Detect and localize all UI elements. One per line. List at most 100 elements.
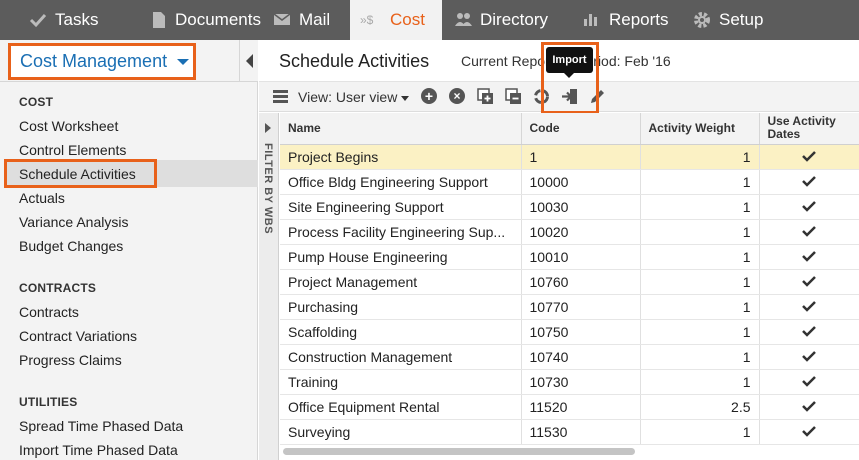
table-row[interactable]: Office Equipment Rental 11520 2.5 [280, 394, 859, 420]
table-row[interactable]: Site Engineering Support 10030 1 [280, 194, 859, 220]
nav-tab-documents[interactable]: Documents [120, 0, 261, 40]
cell-name[interactable]: Pump House Engineering [280, 244, 522, 270]
cell-activity-weight[interactable]: 1 [640, 419, 760, 445]
table-row[interactable]: Purchasing 10770 1 [280, 294, 859, 320]
nav-tab-tasks[interactable]: Tasks [0, 0, 120, 40]
cell-code[interactable]: 10010 [521, 244, 641, 270]
cell-name[interactable]: Construction Management [280, 344, 522, 370]
cell-name[interactable]: Surveying [280, 419, 522, 445]
sidebar-item-variance-analysis[interactable]: Variance Analysis [19, 214, 128, 230]
cell-name[interactable]: Project Begins [280, 144, 522, 170]
nav-tab-directory[interactable]: Directory [442, 0, 574, 40]
column-header-use-activity-dates[interactable]: Use Activity Dates [759, 113, 859, 145]
table-row[interactable]: Office Bldg Engineering Support 10000 1 [280, 169, 859, 195]
sidebar-item-schedule-activities[interactable]: Schedule Activities [4, 160, 258, 187]
cell-activity-weight[interactable]: 1 [640, 219, 760, 245]
module-selector[interactable]: Cost Management [8, 43, 196, 80]
cell-name[interactable]: Site Engineering Support [280, 194, 522, 220]
checkmark-icon [802, 274, 816, 290]
cell-activity-weight[interactable]: 1 [640, 294, 760, 320]
cell-use-activity-dates[interactable] [759, 344, 859, 370]
cell-name[interactable]: Training [280, 369, 522, 395]
sidebar-item-progress-claims[interactable]: Progress Claims [19, 352, 122, 368]
delete-icon[interactable]: × [449, 88, 466, 105]
cell-use-activity-dates[interactable] [759, 394, 859, 420]
table-row[interactable]: Construction Management 10740 1 [280, 344, 859, 370]
table-row[interactable]: Project Management 10760 1 [280, 269, 859, 295]
cell-use-activity-dates[interactable] [759, 369, 859, 395]
cell-activity-weight[interactable]: 1 [640, 169, 760, 195]
cell-name[interactable]: Scaffolding [280, 319, 522, 345]
cell-code[interactable]: 10730 [521, 369, 641, 395]
filter-by-wbs-panel[interactable]: FILTER BY WBS [259, 113, 279, 460]
horizontal-scrollbar[interactable] [283, 448, 635, 455]
sidebar-item-contracts[interactable]: Contracts [19, 304, 79, 320]
sidebar-item-actuals[interactable]: Actuals [19, 190, 65, 206]
filter-label: FILTER BY WBS [262, 143, 274, 235]
cell-name[interactable]: Purchasing [280, 294, 522, 320]
import-icon[interactable] [561, 88, 578, 105]
table-row[interactable]: Project Begins 1 1 [280, 144, 859, 170]
add-icon[interactable]: + [421, 88, 438, 105]
cell-name[interactable]: Office Bldg Engineering Support [280, 169, 522, 195]
sidebar-item-contract-variations[interactable]: Contract Variations [19, 328, 137, 344]
refresh-icon[interactable] [533, 88, 550, 105]
table-row[interactable]: Surveying 11530 1 [280, 419, 859, 445]
cell-activity-weight[interactable]: 1 [640, 369, 760, 395]
cell-activity-weight[interactable]: 1 [640, 144, 760, 170]
cell-code[interactable]: 11530 [521, 419, 641, 445]
nav-tab-cost[interactable]: »$ Cost [350, 0, 442, 40]
nav-tab-mail[interactable]: Mail [241, 0, 350, 40]
column-header-activity-weight[interactable]: Activity Weight [640, 113, 760, 145]
cell-activity-weight[interactable]: 2.5 [640, 394, 760, 420]
edit-icon[interactable] [589, 88, 606, 105]
cell-use-activity-dates[interactable] [759, 294, 859, 320]
add-row-icon[interactable] [477, 88, 494, 105]
cell-use-activity-dates[interactable] [759, 244, 859, 270]
sidebar-item-budget-changes[interactable]: Budget Changes [19, 238, 123, 254]
column-header-name[interactable]: Name [280, 113, 522, 145]
column-header-code[interactable]: Code [521, 113, 641, 145]
collapse-sidebar-button[interactable] [239, 40, 258, 82]
cell-name[interactable]: Project Management [280, 269, 522, 295]
cell-use-activity-dates[interactable] [759, 194, 859, 220]
cell-code[interactable]: 10750 [521, 319, 641, 345]
cell-use-activity-dates[interactable] [759, 169, 859, 195]
sidebar-item-spread-time-phased-data[interactable]: Spread Time Phased Data [19, 418, 183, 434]
cell-activity-weight[interactable]: 1 [640, 244, 760, 270]
grid-view-icon[interactable] [272, 88, 289, 105]
cell-code[interactable]: 10020 [521, 219, 641, 245]
cell-use-activity-dates[interactable] [759, 269, 859, 295]
cell-code[interactable]: 10000 [521, 169, 641, 195]
sidebar-item-cost-worksheet[interactable]: Cost Worksheet [19, 118, 118, 134]
cell-activity-weight[interactable]: 1 [640, 319, 760, 345]
sidebar-item-control-elements[interactable]: Control Elements [19, 142, 126, 158]
table-row[interactable]: Scaffolding 10750 1 [280, 319, 859, 345]
sidebar-item-import-time-phased-data[interactable]: Import Time Phased Data [19, 442, 178, 458]
table-row[interactable]: Training 10730 1 [280, 369, 859, 395]
cell-code[interactable]: 10760 [521, 269, 641, 295]
cell-code[interactable]: 10770 [521, 294, 641, 320]
cell-use-activity-dates[interactable] [759, 319, 859, 345]
cell-code[interactable]: 11520 [521, 394, 641, 420]
cell-activity-weight[interactable]: 1 [640, 194, 760, 220]
cell-name[interactable]: Process Facility Engineering Sup... [280, 219, 522, 245]
cell-use-activity-dates[interactable] [759, 219, 859, 245]
cell-code[interactable]: 10030 [521, 194, 641, 220]
cell-use-activity-dates[interactable] [759, 144, 859, 170]
nav-tab-setup[interactable]: Setup [690, 0, 859, 40]
cell-code[interactable]: 10740 [521, 344, 641, 370]
nav-tab-label: Tasks [55, 10, 99, 29]
cell-activity-weight[interactable]: 1 [640, 269, 760, 295]
activities-table: Name Code Activity Weight Use Activity D… [280, 113, 859, 445]
remove-row-icon[interactable] [505, 88, 522, 105]
module-header: Cost Management [0, 40, 258, 82]
view-selector[interactable]: View: User view [298, 89, 410, 105]
table-row[interactable]: Pump House Engineering 10010 1 [280, 244, 859, 270]
cell-activity-weight[interactable]: 1 [640, 344, 760, 370]
table-row[interactable]: Process Facility Engineering Sup... 10020… [280, 219, 859, 245]
cell-code[interactable]: 1 [521, 144, 641, 170]
nav-tab-reports[interactable]: Reports [574, 0, 690, 40]
cell-name[interactable]: Office Equipment Rental [280, 394, 522, 420]
cell-use-activity-dates[interactable] [759, 419, 859, 445]
